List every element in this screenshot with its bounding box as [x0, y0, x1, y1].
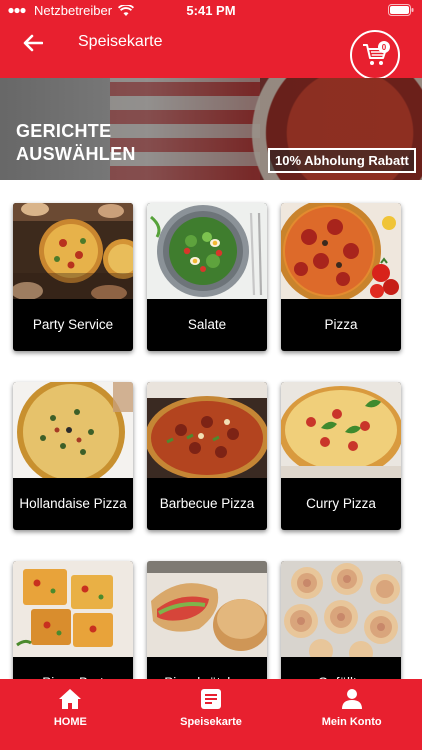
category-card-hollandaise-pizza[interactable]: Hollandaise Pizza [13, 382, 133, 530]
category-card-party-service[interactable]: Party Service [13, 203, 133, 351]
category-label: Pizza Brot [13, 657, 133, 679]
promo-badge: 10% Abholung Rabatt [268, 148, 416, 173]
menu-document-icon [201, 689, 221, 709]
category-card-curry-pizza[interactable]: Curry Pizza [281, 382, 401, 530]
tab-speisekarte[interactable]: Speisekarte [141, 679, 282, 750]
tab-mein-konto[interactable]: Mein Konto [281, 679, 422, 750]
category-card-gefuellte[interactable]: Gefüllte [281, 561, 401, 679]
battery-icon [388, 4, 414, 16]
category-label: Salate [187, 317, 227, 332]
menu-category-grid: Party Service Salate Pizza Hollandaise P… [0, 180, 422, 679]
tab-home-label: HOME [53, 716, 87, 728]
cart-count-badge: 0 [378, 41, 390, 53]
category-image [147, 203, 267, 299]
category-image [13, 561, 133, 657]
category-label: Curry Pizza [306, 496, 376, 511]
status-bar: Netzbetreiber 5:41 PM [0, 0, 422, 22]
hero-title-line1: GERICHTE [16, 121, 112, 141]
app-bar: Speisekarte 0 [0, 22, 422, 80]
back-button[interactable] [18, 30, 48, 56]
category-label: Barbecue Pizza [159, 496, 255, 511]
category-card-pizza-brot[interactable]: Pizza Brot [13, 561, 133, 679]
bottom-tab-bar: HOME Speisekarte Mein Konto [0, 679, 422, 750]
category-card-salate[interactable]: Salate [147, 203, 267, 351]
tab-mein-konto-label: Mein Konto [321, 716, 382, 728]
clock: 5:41 PM [186, 3, 236, 18]
category-image [147, 561, 267, 657]
category-image [281, 382, 401, 478]
category-label: Party Service [32, 317, 114, 332]
arrow-left-icon [23, 34, 43, 52]
home-icon [59, 689, 82, 709]
user-icon [341, 689, 362, 709]
tab-speisekarte-label: Speisekarte [180, 716, 242, 728]
tab-home[interactable]: HOME [0, 679, 141, 750]
category-label: Pizzabrötchen [147, 657, 267, 679]
category-card-pizza[interactable]: Pizza [281, 203, 401, 351]
page-title: Speisekarte [78, 33, 163, 50]
hero-banner: GERICHTE AUSWÄHLEN 10% Abholung Rabatt [0, 78, 422, 180]
hero-title-line2: AUSWÄHLEN [16, 144, 136, 164]
category-card-pizzabroetchen[interactable]: Pizzabrötchen [147, 561, 267, 679]
category-label: Pizza [324, 317, 358, 332]
hero-title: GERICHTE AUSWÄHLEN [16, 120, 136, 166]
category-image [147, 382, 267, 478]
category-label: Gefüllte [281, 657, 401, 679]
category-image [281, 561, 401, 657]
category-image [13, 203, 133, 299]
category-image [281, 203, 401, 299]
category-label: Hollandaise Pizza [19, 496, 127, 511]
category-card-barbecue-pizza[interactable]: Barbecue Pizza [147, 382, 267, 530]
category-image [13, 382, 133, 478]
cart-button[interactable]: 0 [350, 30, 400, 80]
